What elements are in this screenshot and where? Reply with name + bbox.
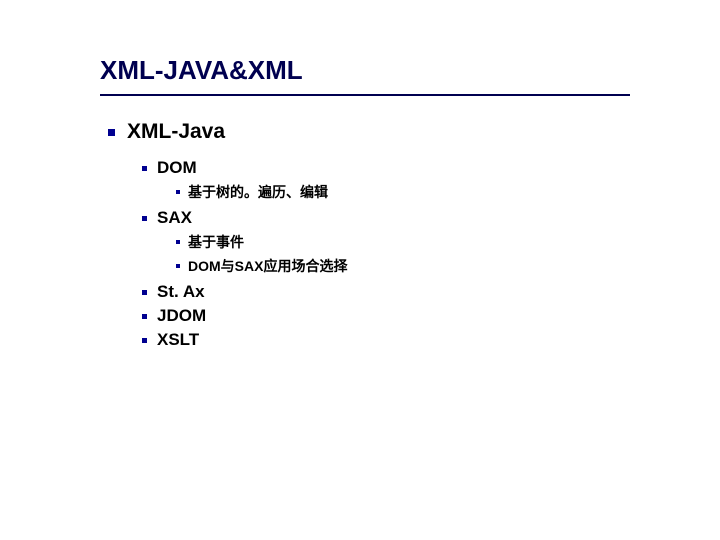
slide-title: XML-JAVA&XML — [100, 55, 630, 96]
square-bullet-icon — [176, 264, 180, 268]
section-heading-row: XML-Java — [108, 120, 720, 144]
square-bullet-icon — [108, 129, 115, 136]
square-bullet-icon — [176, 190, 180, 194]
list-item: DOM与SAX应用场合选择 — [176, 256, 720, 276]
list-item: 基于事件 — [176, 232, 720, 252]
section-heading: XML-Java — [127, 120, 225, 144]
list-item-label: SAX — [157, 208, 192, 228]
square-bullet-icon — [142, 338, 147, 343]
list-item: XSLT — [142, 330, 720, 350]
list-item-label: JDOM — [157, 306, 206, 326]
list-item-label: 基于树的。遍历、编辑 — [188, 182, 328, 202]
list-item: JDOM — [142, 306, 720, 326]
list-item-label: DOM — [157, 158, 197, 178]
square-bullet-icon — [142, 290, 147, 295]
square-bullet-icon — [142, 314, 147, 319]
list-item: 基于树的。遍历、编辑 — [176, 182, 720, 202]
list-item: DOM — [142, 158, 720, 178]
square-bullet-icon — [176, 240, 180, 244]
list-item-label: XSLT — [157, 330, 199, 350]
list-item: SAX — [142, 208, 720, 228]
square-bullet-icon — [142, 216, 147, 221]
square-bullet-icon — [142, 166, 147, 171]
list-item-label: St. Ax — [157, 282, 205, 302]
list-item-label: 基于事件 — [188, 232, 244, 252]
list-item: St. Ax — [142, 282, 720, 302]
list-item-label: DOM与SAX应用场合选择 — [188, 256, 347, 276]
